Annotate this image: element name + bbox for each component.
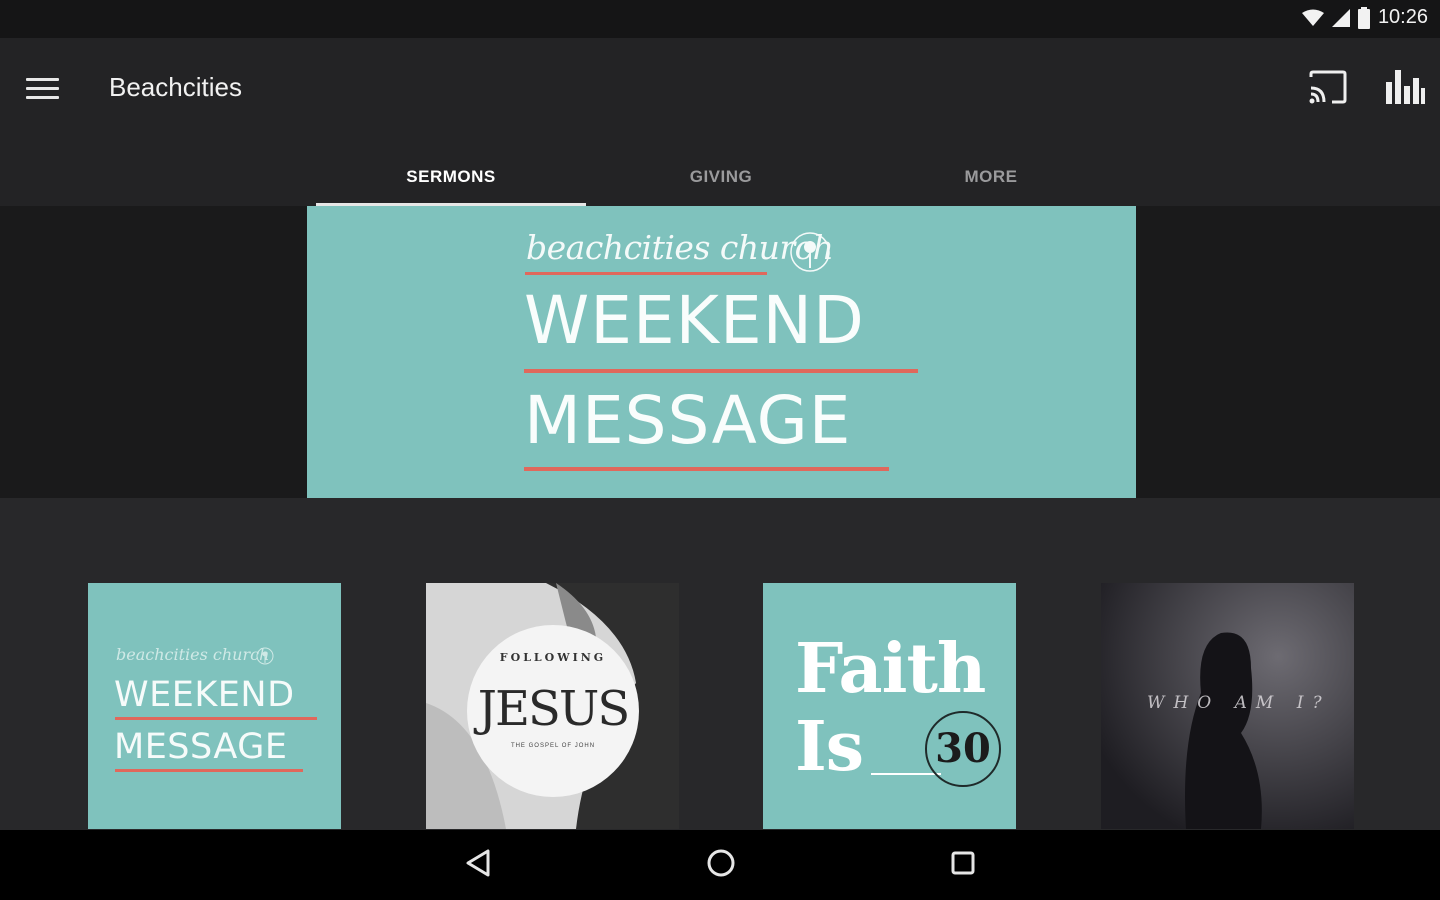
hero-title-line1: WEEKEND [524, 282, 865, 359]
tab-label: SERMONS [406, 167, 496, 186]
status-bar: 10:26 [0, 0, 1440, 38]
card-script-text: beachcities church [116, 645, 270, 664]
series-logo-circle: FOLLOWING JESUS THE GOSPEL OF JOHN [467, 625, 639, 797]
tab-more[interactable]: MORE [856, 148, 1126, 206]
card-title-line2: MESSAGE [114, 727, 288, 767]
back-button[interactable] [462, 846, 496, 880]
app-bar: Beachcities SERMONS GIVING MORE [0, 38, 1440, 206]
wifi-icon [1301, 9, 1324, 26]
hero-title-line2: MESSAGE [524, 382, 852, 459]
card-underline-1 [115, 717, 317, 720]
hero-script-underline [525, 272, 767, 275]
hero-script-text: beachcities church [526, 228, 834, 267]
hamburger-menu-icon-bar [26, 87, 59, 90]
series-card-faith-is[interactable]: Faith Is 30 [763, 583, 1016, 829]
signal-icon [1331, 8, 1350, 27]
card-sub-text: THE GOSPEL OF JOHN [510, 743, 596, 749]
back-triangle-icon [466, 849, 490, 877]
status-time: 10:26 [1377, 6, 1428, 28]
card-underline-2 [115, 769, 303, 772]
system-nav-bar [0, 830, 1440, 900]
pin-logo-icon [790, 232, 830, 272]
battery-icon [1357, 6, 1370, 29]
tab-giving[interactable]: GIVING [586, 148, 856, 206]
card-top-text: FOLLOWING [499, 651, 607, 664]
menu-button[interactable] [26, 74, 60, 102]
cast-icon [1309, 70, 1347, 104]
cast-button[interactable] [1306, 68, 1350, 108]
home-circle-icon [707, 849, 735, 877]
pin-logo-icon [256, 647, 274, 665]
badge-circle: 30 [925, 711, 1001, 787]
series-card-weekend-message[interactable]: beachcities church WEEKEND MESSAGE [88, 583, 341, 829]
card-title-line1: Faith [795, 629, 986, 709]
card-title-text: WHO AM I? [1147, 693, 1331, 713]
featured-series-banner[interactable]: beachcities church WEEKEND MESSAGE [307, 206, 1136, 498]
tab-label: MORE [964, 167, 1018, 186]
recent-apps-button[interactable] [946, 846, 980, 880]
hamburger-menu-icon-bar [26, 96, 59, 99]
hero-underline-2 [524, 467, 889, 471]
card-title-line2: Is [795, 707, 864, 787]
status-icons: 10:26 [1301, 6, 1428, 29]
app-title: Beachcities [109, 72, 242, 102]
home-button[interactable] [704, 846, 738, 880]
hamburger-menu-icon [26, 78, 59, 81]
tab-bar: SERMONS GIVING MORE [316, 148, 1126, 206]
recent-square-icon [951, 851, 975, 875]
series-card-following-jesus[interactable]: FOLLOWING JESUS THE GOSPEL OF JOHN [426, 583, 679, 829]
card-main-text: JESUS [477, 681, 631, 737]
hero-underline-1 [524, 369, 918, 373]
tab-sermons[interactable]: SERMONS [316, 148, 586, 206]
card-blank-line [871, 773, 941, 775]
badge-number: 30 [935, 725, 991, 772]
stats-button[interactable] [1384, 68, 1426, 108]
series-card-who-am-i[interactable]: WHO AM I? [1101, 583, 1354, 829]
card-title-line1: WEEKEND [114, 675, 295, 715]
tab-label: GIVING [689, 167, 753, 186]
bar-chart-icon [1386, 70, 1425, 104]
